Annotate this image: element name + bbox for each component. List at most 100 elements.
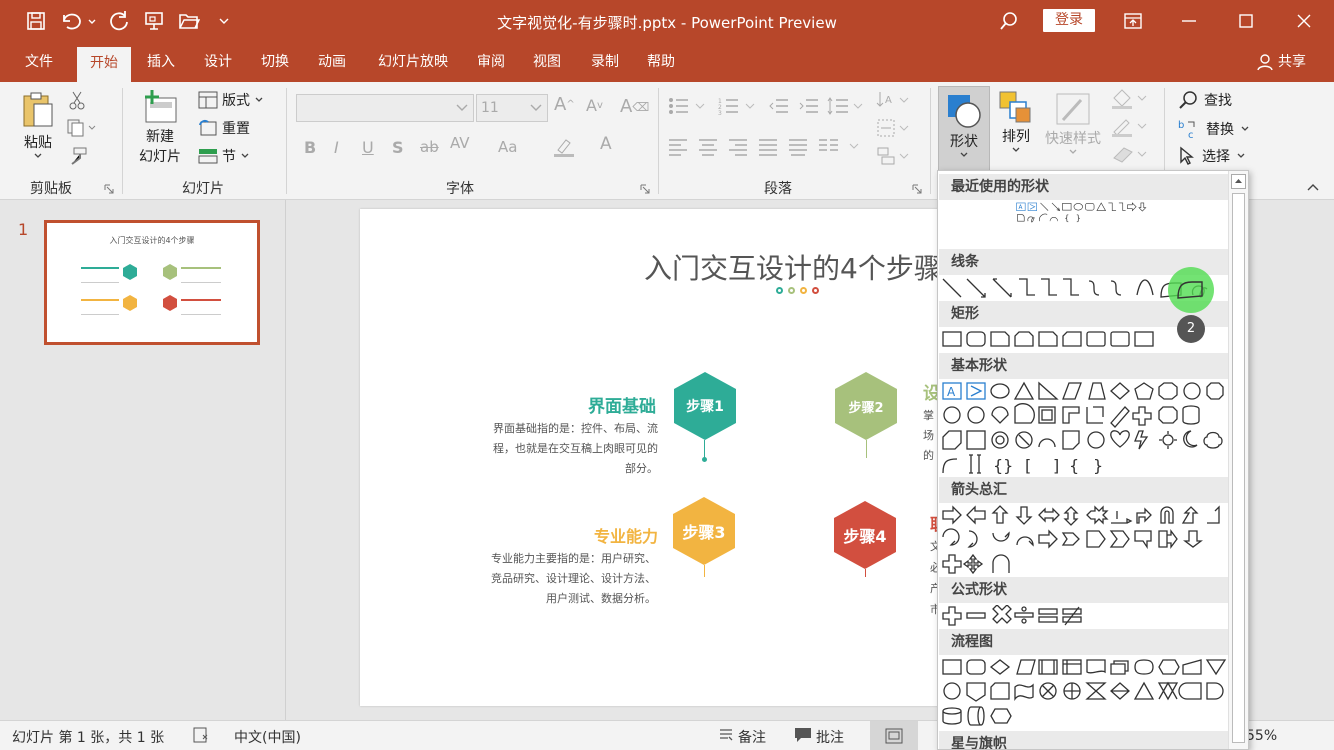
category-flowchart: 流程图 — [939, 629, 1228, 655]
text-design-partial[interactable]: 掌 场 的 — [923, 406, 934, 466]
accessibility-icon[interactable] — [192, 727, 212, 747]
align-right-icon[interactable] — [728, 138, 748, 156]
heading-professional[interactable]: 专业能力 — [556, 523, 658, 547]
share-button[interactable]: 共享 — [1256, 42, 1306, 82]
columns-icon[interactable] — [818, 138, 862, 156]
tab-help[interactable]: 帮助 — [636, 42, 686, 82]
heading-interface-basics[interactable]: 界面基础 — [556, 392, 656, 417]
shape-outline-icon[interactable] — [1110, 116, 1150, 138]
notes-button[interactable]: 备注 — [718, 727, 766, 747]
bold-icon[interactable]: B — [304, 138, 316, 157]
strikethrough-icon[interactable]: ab — [420, 138, 439, 156]
line-spacing-icon[interactable] — [826, 96, 866, 116]
notes-icon — [720, 729, 733, 741]
text-interface-basics[interactable]: 界面基础指的是：控件、布局、流 程，也就是在交互稿上肉眼可见的 部分。 — [470, 419, 658, 479]
svg-text:{: { — [1064, 214, 1069, 223]
reset-button[interactable]: 重置 — [198, 118, 250, 138]
quick-styles-button[interactable]: 快速样式 — [1042, 90, 1104, 174]
scissors-icon[interactable] — [68, 90, 86, 110]
font-color-icon[interactable]: A — [600, 134, 612, 154]
shadow-icon[interactable]: S — [392, 138, 404, 157]
new-slide-button[interactable]: 新建 幻灯片 — [132, 88, 188, 172]
text-line: 掌 — [923, 409, 934, 422]
replace-button[interactable]: bc 替换 — [1178, 118, 1250, 140]
scroll-up-button[interactable] — [1231, 174, 1246, 189]
minimize-icon[interactable] — [1177, 9, 1201, 33]
tab-insert[interactable]: 插入 — [136, 42, 186, 82]
gallery-scrollbar[interactable] — [1228, 171, 1248, 749]
step2-hexagon[interactable]: 步骤2 — [835, 372, 897, 440]
maximize-icon[interactable] — [1234, 9, 1258, 33]
comments-button[interactable]: 批注 — [794, 727, 844, 747]
collapse-ribbon-icon[interactable] — [1306, 182, 1320, 192]
language-status[interactable]: 中文(中国) — [234, 727, 301, 747]
step1-hexagon[interactable]: 步骤1 — [674, 372, 736, 440]
tab-transitions[interactable]: 切换 — [250, 42, 300, 82]
step3-hexagon[interactable]: 步骤3 — [673, 497, 735, 565]
numbering-icon[interactable]: 123 — [718, 96, 758, 116]
align-text-icon[interactable] — [876, 118, 910, 138]
tab-view[interactable]: 视图 — [522, 42, 572, 82]
normal-view-button[interactable] — [870, 721, 918, 750]
flowchart-shapes-grid[interactable] — [941, 657, 1227, 729]
paste-button[interactable]: 粘贴 — [18, 90, 58, 170]
tab-animations[interactable]: 动画 — [307, 42, 357, 82]
tab-review[interactable]: 审阅 — [466, 42, 516, 82]
login-button[interactable]: 登录 — [1043, 9, 1095, 32]
justify-icon[interactable] — [758, 138, 778, 156]
shapes-button[interactable]: 形状 — [938, 86, 990, 172]
close-icon[interactable] — [1292, 9, 1316, 33]
char-spacing-icon[interactable]: AV — [450, 134, 470, 152]
paragraph-launcher-icon[interactable] — [912, 184, 922, 194]
slide-title[interactable]: 入门交互设计的4个步骤 — [644, 247, 942, 287]
decrease-indent-icon[interactable] — [768, 96, 790, 116]
increase-font-icon[interactable]: A ^ — [554, 94, 575, 115]
underline-icon[interactable]: U — [362, 138, 374, 157]
text-direction-icon[interactable]: A — [876, 90, 910, 110]
italic-icon[interactable]: I — [334, 138, 339, 157]
tab-design[interactable]: 设计 — [193, 42, 243, 82]
scroll-thumb[interactable] — [1232, 193, 1245, 743]
highlight-icon[interactable] — [552, 136, 578, 158]
align-left-icon[interactable] — [668, 138, 688, 156]
ribbon-display-icon[interactable] — [1121, 9, 1145, 33]
step4-hexagon[interactable]: 步骤4 — [834, 501, 896, 569]
font-size-select[interactable]: 11 — [476, 94, 548, 122]
shape-fill-icon[interactable] — [1110, 88, 1150, 110]
section-button[interactable]: 节 — [198, 146, 250, 166]
distributed-icon[interactable] — [788, 138, 808, 156]
select-button[interactable]: 选择 — [1178, 146, 1246, 166]
clipboard-launcher-icon[interactable] — [104, 184, 114, 194]
layout-button[interactable]: 版式 — [198, 90, 264, 110]
basic-shapes-grid[interactable]: A {} [] {} — [941, 381, 1227, 477]
format-painter-icon[interactable] — [66, 146, 88, 166]
increase-indent-icon[interactable] — [798, 96, 820, 116]
align-center-icon[interactable] — [698, 138, 718, 156]
svg-text:[: [ — [1025, 456, 1031, 475]
font-launcher-icon[interactable] — [640, 184, 650, 194]
tab-slideshow[interactable]: 幻灯片放映 — [366, 42, 460, 82]
slide-thumbnail[interactable]: 入门交互设计的4个步骤 — [44, 220, 260, 345]
decrease-font-icon[interactable]: Av — [586, 96, 603, 115]
copy-icon[interactable] — [66, 118, 96, 138]
svg-text:{: { — [1069, 456, 1079, 475]
slide-canvas[interactable]: 入门交互设计的4个步骤 界面基础 界面基础指的是：控件、布局、流 程，也就是在交… — [360, 209, 1000, 706]
tab-home[interactable]: 开始 — [77, 47, 131, 82]
arrange-button[interactable]: 排列 — [996, 90, 1036, 174]
font-name-select[interactable] — [296, 94, 474, 122]
zoom-level[interactable]: 55% — [1246, 728, 1277, 744]
shape-effects-icon[interactable] — [1110, 144, 1150, 166]
tab-record[interactable]: 录制 — [580, 42, 630, 82]
arrow-shapes-grid[interactable] — [941, 505, 1227, 577]
tab-file[interactable]: 文件 — [14, 42, 64, 82]
recent-shapes-row[interactable]: A {} — [941, 202, 1227, 224]
bullets-icon[interactable] — [668, 96, 708, 116]
clear-format-icon[interactable]: A ⌫ — [620, 96, 649, 117]
smartart-icon[interactable] — [876, 146, 910, 166]
equation-shapes-row[interactable] — [941, 605, 1227, 627]
search-icon[interactable] — [997, 9, 1021, 33]
freeform-shape-icon[interactable] — [1176, 276, 1206, 300]
text-professional[interactable]: 专业能力主要指的是：用户研究、 竞品研究、设计理论、设计方法、 用户测试、数据分… — [470, 549, 656, 609]
find-button[interactable]: 查找 — [1178, 90, 1232, 110]
change-case-icon[interactable]: Aa — [498, 138, 517, 156]
